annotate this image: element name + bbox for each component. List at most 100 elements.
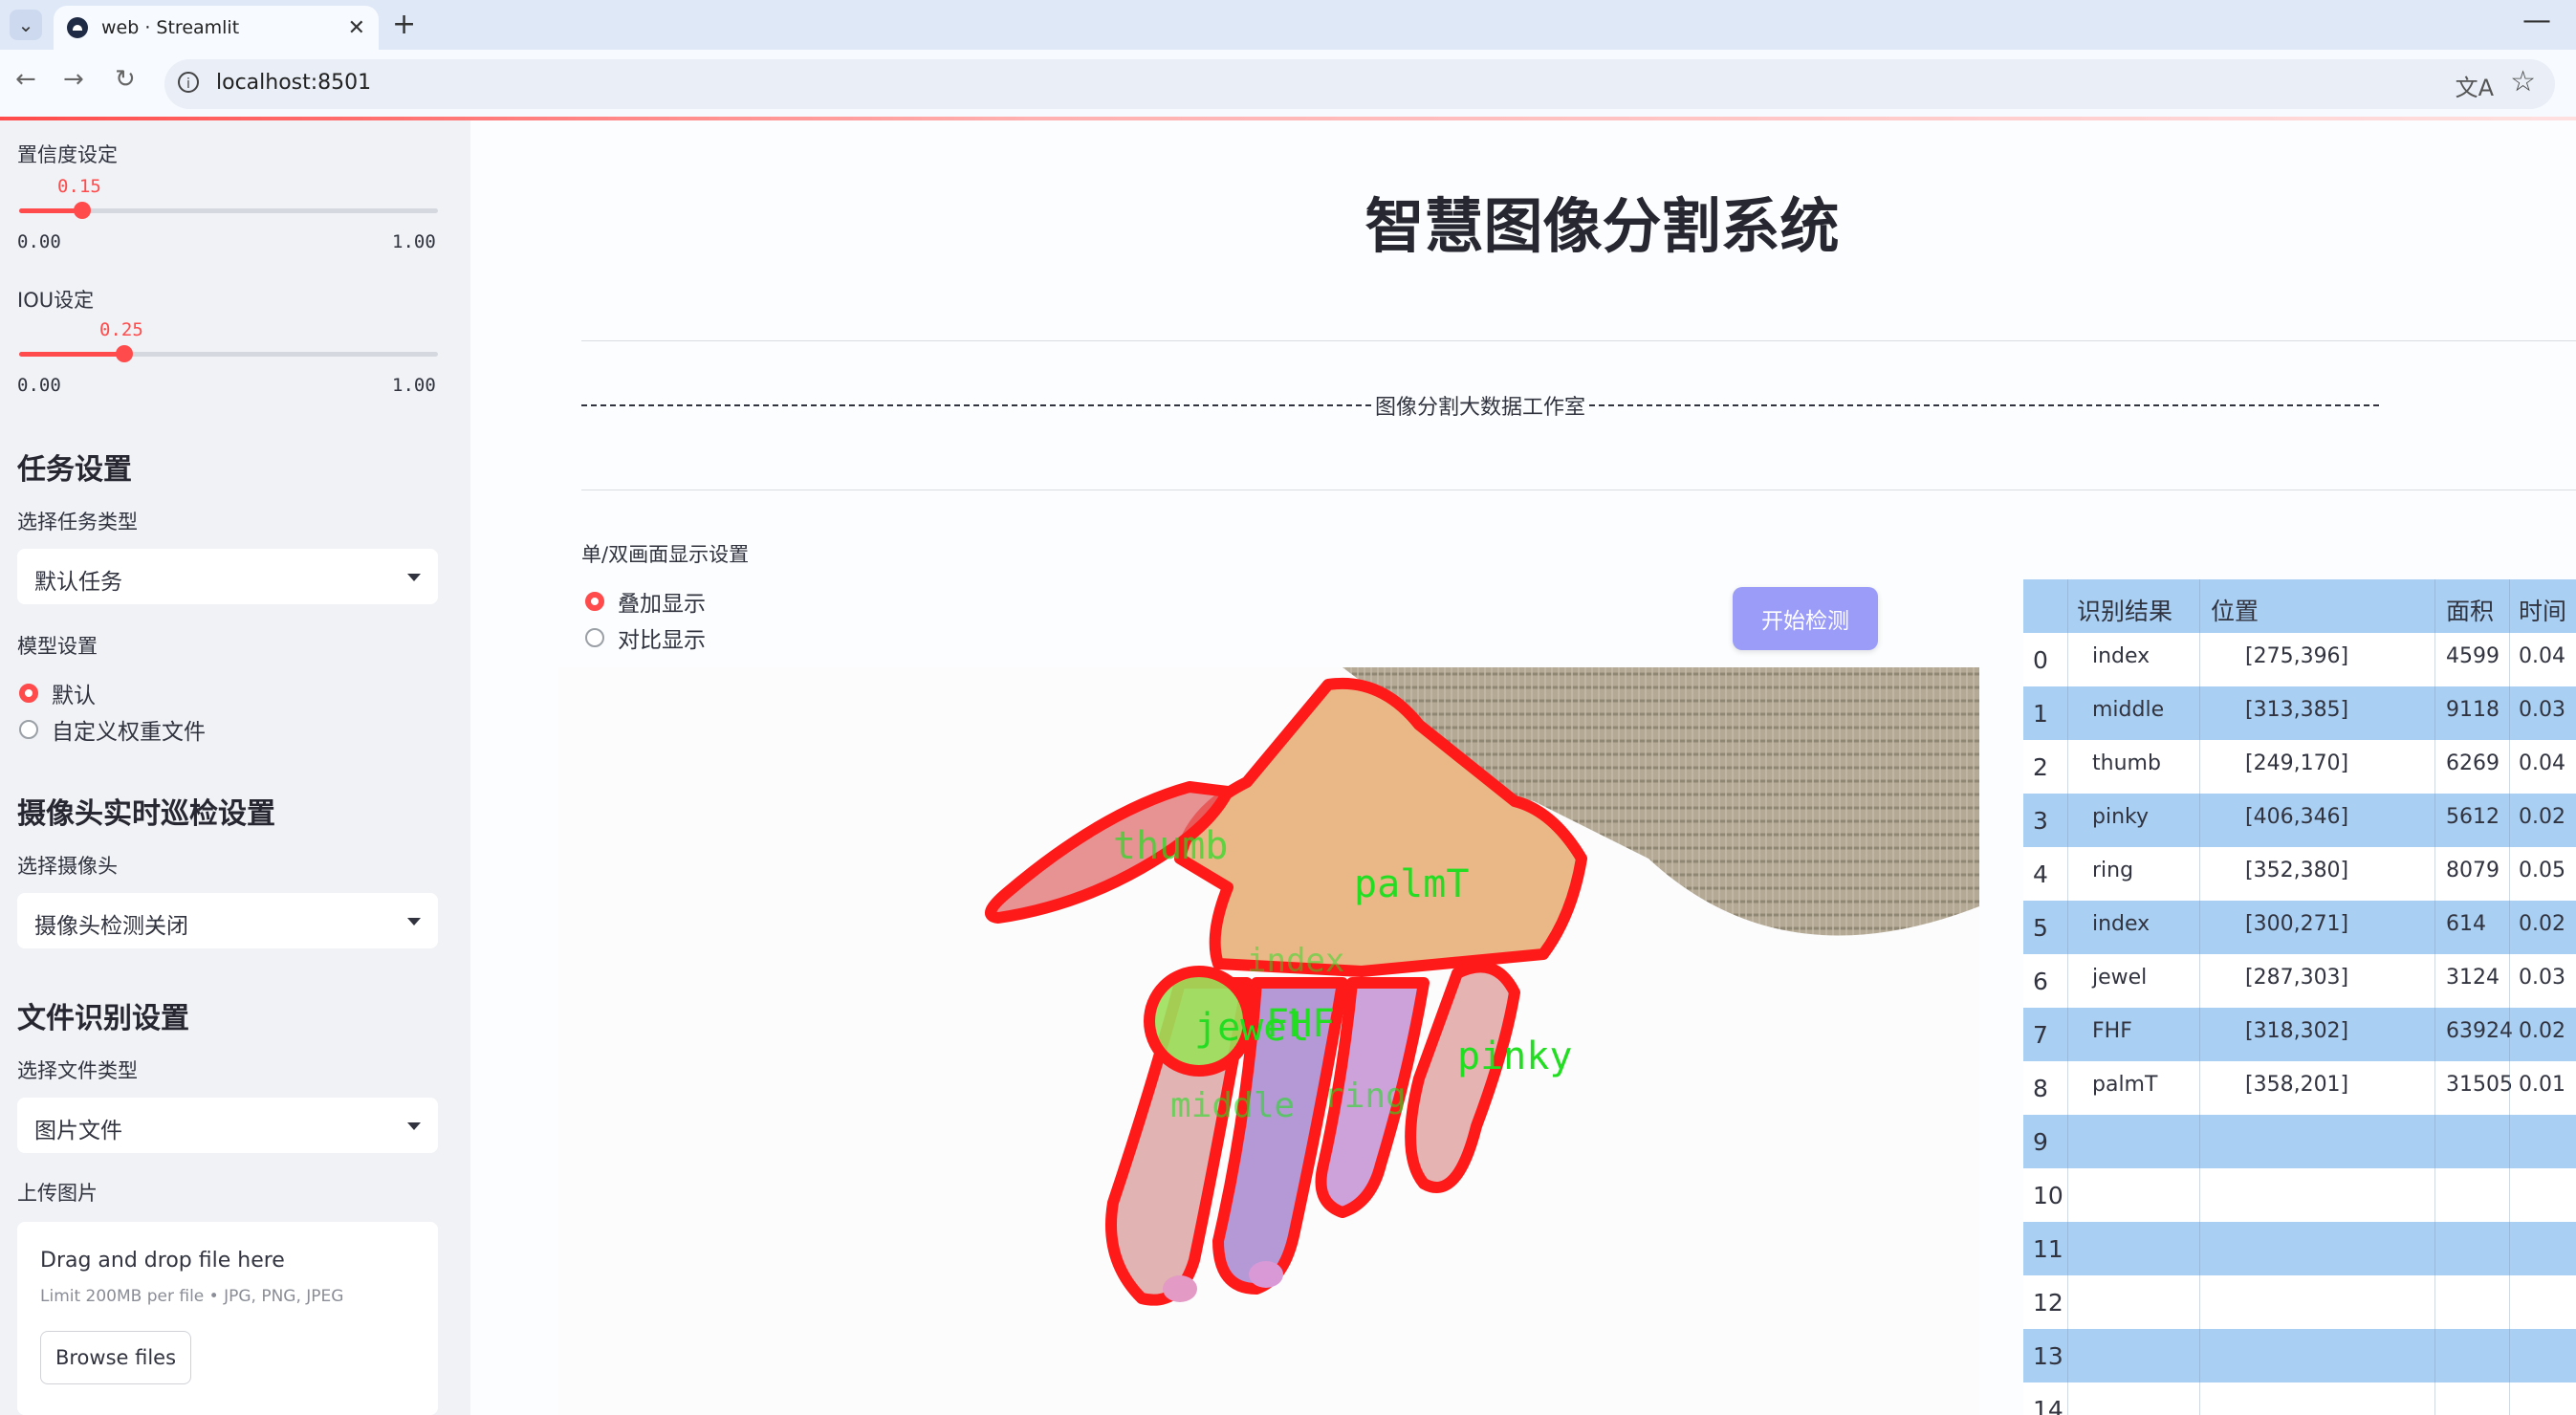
address-bar: ← → ↻ i localhost:8501 文A ☆	[0, 50, 2576, 119]
translate-icon[interactable]: 文A	[2456, 69, 2494, 102]
fingertip	[1249, 1261, 1283, 1288]
confidence-slider[interactable]	[19, 202, 438, 219]
cell-area: 5612	[2446, 805, 2500, 829]
iou-slider-thumb[interactable]	[115, 345, 133, 362]
cell-area: 9118	[2446, 698, 2500, 722]
table-row[interactable]: 7 FHF [318,302] 63924 0.02	[2023, 1008, 2576, 1061]
column-header-position[interactable]: 位置	[2211, 593, 2259, 627]
table-row[interactable]: 5 index [300,271] 614 0.02	[2023, 901, 2576, 954]
forward-icon[interactable]: →	[63, 65, 84, 94]
close-tab-icon[interactable]: ✕	[348, 16, 365, 40]
table-row[interactable]: 14	[2023, 1382, 2576, 1415]
dropzone-text: Drag and drop file here	[40, 1249, 285, 1273]
browse-files-button[interactable]: Browse files	[40, 1331, 191, 1384]
main-content: 智慧图像分割系统 图像分割大数据工作室 单/双画面显示设置 叠加显示 对比显示 …	[470, 120, 2576, 1415]
minimize-icon[interactable]: —	[2522, 4, 2551, 37]
chevron-down-icon	[407, 1122, 421, 1130]
radio-unselected-icon[interactable]	[585, 628, 604, 647]
banner-line: 图像分割大数据工作室	[581, 390, 2379, 421]
cell-area: 6269	[2446, 751, 2500, 775]
iou-label: IOU设定	[17, 289, 95, 312]
reload-icon[interactable]: ↻	[115, 65, 136, 94]
browser-tab[interactable]: web · Streamlit ✕	[54, 6, 379, 50]
table-row[interactable]: 4 ring [352,380] 8079 0.05	[2023, 847, 2576, 901]
table-row[interactable]: 9	[2023, 1115, 2576, 1168]
table-row[interactable]: 8 palmT [358,201] 31505 0.01	[2023, 1061, 2576, 1115]
new-tab-icon[interactable]: +	[392, 8, 416, 41]
table-row[interactable]: 1 middle [313,385] 9118 0.03	[2023, 686, 2576, 740]
results-table[interactable]: 识别结果 位置 面积 时间 0 index [275,396] 4599 0.04 1 mi…	[2023, 579, 2576, 1415]
table-row[interactable]: 13	[2023, 1329, 2576, 1382]
cell-time: 0.03	[2519, 698, 2565, 722]
cell-result: palmT	[2092, 1073, 2158, 1097]
display-option-compare[interactable]: 对比显示	[585, 621, 706, 654]
upload-label: 上传图片	[17, 1182, 98, 1205]
column-divider	[2067, 579, 2068, 1415]
url-field[interactable]: i localhost:8501 文A ☆	[164, 59, 2555, 109]
table-row[interactable]: 3 pinky [406,346] 5612 0.02	[2023, 794, 2576, 847]
cell-time: 0.02	[2519, 912, 2565, 936]
table-row[interactable]: 2 thumb [249,170] 6269 0.04	[2023, 740, 2576, 794]
cell-result: ring	[2092, 859, 2134, 882]
row-index: 11	[2033, 1235, 2063, 1263]
file-dropzone[interactable]: Drag and drop file here Limit 200MB per …	[17, 1222, 438, 1415]
iou-max: 1.00	[392, 375, 436, 396]
back-icon[interactable]: ←	[15, 65, 36, 94]
display-option-overlay[interactable]: 叠加显示	[585, 585, 706, 618]
row-index: 12	[2033, 1289, 2063, 1317]
iou-value: 0.25	[99, 319, 143, 340]
radio-selected-icon[interactable]	[19, 684, 38, 703]
table-row[interactable]: 6 jewel [287,303] 3124 0.03	[2023, 954, 2576, 1008]
row-index: 3	[2033, 807, 2048, 835]
task-type-select[interactable]: 默认任务	[17, 549, 438, 604]
confidence-value: 0.15	[57, 176, 101, 197]
cell-result: middle	[2092, 698, 2165, 722]
chevron-down-icon	[407, 918, 421, 925]
cell-position: [275,396]	[2245, 644, 2349, 668]
display-mode-label: 单/双画面显示设置	[581, 543, 750, 566]
confidence-max: 1.00	[392, 231, 436, 252]
bookmark-star-icon[interactable]: ☆	[2510, 65, 2536, 98]
column-header-result[interactable]: 识别结果	[2077, 593, 2172, 627]
file-type-select[interactable]: 图片文件	[17, 1098, 438, 1153]
table-row[interactable]: 11	[2023, 1222, 2576, 1275]
table-row[interactable]: 0 index [275,396] 4599 0.04	[2023, 633, 2576, 686]
start-detection-button[interactable]: 开始检测	[1733, 587, 1878, 650]
confidence-min: 0.00	[17, 231, 61, 252]
browser-tab-bar: ⌄ web · Streamlit ✕ + —	[0, 0, 2576, 50]
iou-slider[interactable]	[19, 345, 438, 362]
row-index: 8	[2033, 1075, 2048, 1102]
column-header-area[interactable]: 面积	[2446, 593, 2494, 627]
radio-selected-icon[interactable]	[585, 592, 604, 611]
row-index: 14	[2033, 1396, 2063, 1415]
file-type-label: 选择文件类型	[17, 1059, 138, 1082]
table-row[interactable]: 10	[2023, 1168, 2576, 1222]
row-index: 10	[2033, 1182, 2063, 1209]
cell-result: pinky	[2092, 805, 2149, 829]
cell-area: 63924	[2446, 1019, 2513, 1043]
confidence-slider-thumb[interactable]	[73, 202, 91, 219]
overlay-label-palmT: palmT	[1354, 862, 1469, 906]
cell-position: [358,201]	[2245, 1073, 2349, 1097]
cell-position: [287,303]	[2245, 966, 2349, 990]
dash-right	[1589, 404, 2379, 406]
cell-time: 0.02	[2519, 805, 2565, 829]
task-type-value: 默认任务	[34, 570, 122, 595]
dash-left	[581, 404, 1371, 406]
cell-result: jewel	[2092, 966, 2148, 990]
radio-unselected-icon[interactable]	[19, 720, 38, 739]
model-option-custom[interactable]: 自定义权重文件	[19, 713, 206, 746]
row-index: 7	[2033, 1021, 2048, 1049]
display-option-label: 叠加显示	[618, 592, 706, 617]
chevron-down-icon	[407, 574, 421, 581]
cell-time: 0.05	[2519, 859, 2565, 882]
camera-select[interactable]: 摄像头检测关闭	[17, 893, 438, 948]
column-header-time[interactable]: 时间	[2519, 593, 2566, 627]
table-row[interactable]: 12	[2023, 1275, 2576, 1329]
cell-result: FHF	[2092, 1019, 2132, 1043]
url-text: localhost:8501	[216, 71, 372, 95]
cell-position: [249,170]	[2245, 751, 2349, 775]
site-info-icon[interactable]: i	[178, 72, 199, 93]
tab-list-chevron-icon[interactable]: ⌄	[10, 10, 42, 40]
model-option-default[interactable]: 默认	[19, 677, 96, 709]
